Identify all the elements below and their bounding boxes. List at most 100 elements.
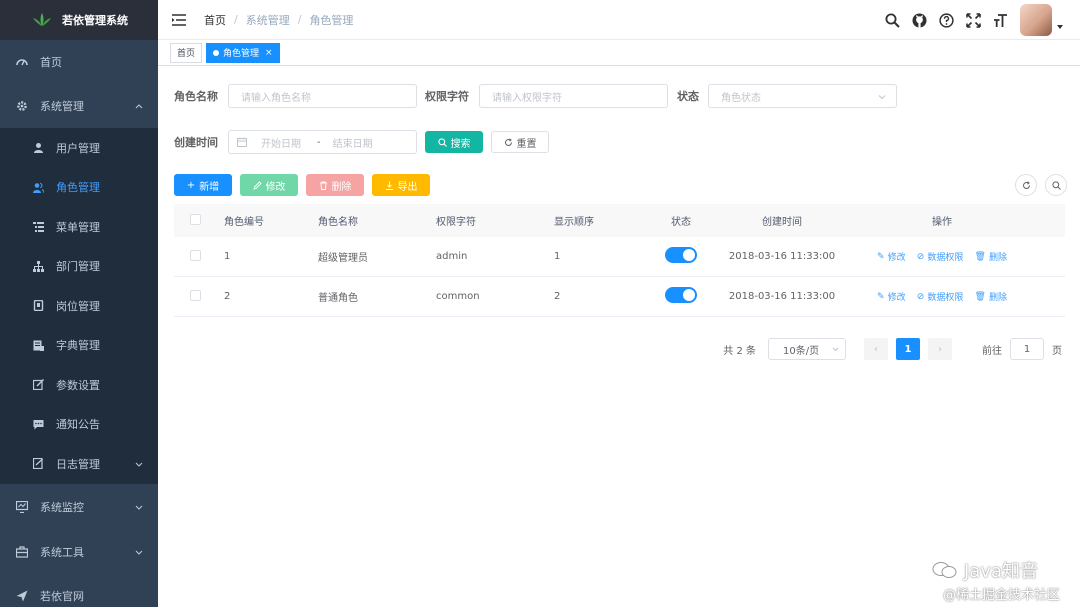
sidebar-logo[interactable]: 若依管理系统 [0,0,158,40]
tag-home[interactable]: 首页 [170,42,203,63]
goto-page-input[interactable]: 1 [1010,338,1044,360]
role-name-label: 角色名称 [174,90,218,103]
page-button-1[interactable]: 1 [896,338,920,360]
edit-icon: ✎ [877,291,885,302]
cell-ops: ✎ 修改 ⊘ 数据权限 🗑 删除 [852,290,1032,304]
sidebar-item-dict[interactable]: 字典管理 [0,326,158,366]
gear-icon [16,100,28,112]
reset-button[interactable]: 重置 [491,131,549,153]
breadcrumb-home[interactable]: 首页 [204,12,226,28]
sidebar-item-label: 日志管理 [56,457,100,471]
chevron-down-icon [832,347,839,352]
trash-icon: 🗑 [974,291,986,302]
role-name-input[interactable]: 请输入角色名称 [228,84,417,108]
sidebar-item-dept[interactable]: 部门管理 [0,247,158,287]
close-icon[interactable]: × [265,48,273,58]
row-delete-link[interactable]: 🗑 删除 [975,250,1007,264]
cell-role-key: admin [436,251,468,262]
search-icon [437,137,447,147]
guide-icon [16,590,28,602]
sidebar-item-dashboard[interactable]: 首页 [0,40,158,84]
status-switch[interactable] [665,247,697,263]
question-icon[interactable] [938,12,954,28]
row-data-scope-link[interactable]: ⊘ 数据权限 [917,250,964,264]
github-icon[interactable] [911,12,927,28]
navbar: 首页 / 系统管理 / 角色管理 [158,0,1080,40]
tag-role[interactable]: 角色管理 × [206,42,280,63]
row-edit-label: 修改 [887,293,906,303]
sidebar-item-user[interactable]: 用户管理 [0,128,158,168]
breadcrumb: 首页 / 系统管理 / 角色管理 [204,12,353,28]
sidebar-item-label: 用户管理 [56,141,100,155]
status-select[interactable]: 角色状态 [708,84,897,108]
start-date-placeholder[interactable]: 开始日期 [261,135,301,150]
role-key-input[interactable]: 请输入权限字符 [479,84,668,108]
sidebar-item-label: 首页 [40,56,62,69]
add-button[interactable]: + 新增 [174,174,232,196]
sidebar-item-tool[interactable]: 系统工具 [0,530,158,574]
search-button-label: 搜索 [450,138,471,150]
next-page-button[interactable]: › [928,338,952,360]
row-checkbox[interactable] [190,249,201,261]
sidebar-item-config[interactable]: 参数设置 [0,365,158,405]
row-delete-label: 删除 [988,253,1007,263]
sidebar-item-log[interactable]: 日志管理 [0,444,158,484]
row-checkbox[interactable] [190,289,201,301]
edit-button[interactable]: 修改 [240,174,298,196]
wechat-icon [932,562,957,578]
sidebar-item-label: 字典管理 [56,339,100,353]
sidebar-item-label: 若依官网 [40,589,84,603]
sidebar-item-label: 参数设置 [56,378,100,392]
toggle-search-button[interactable] [1045,174,1067,196]
sidebar-item-label: 菜单管理 [56,220,100,234]
sidebar-item-monitor[interactable]: 系统监控 [0,484,158,530]
sidebar-item-label: 通知公告 [56,418,100,432]
row-delete-link[interactable]: 🗑 删除 [974,290,1007,304]
search-icon [1051,180,1061,190]
edit-icon: ✎ [877,251,885,262]
sidebar-item-system[interactable]: 系统管理 [0,84,158,128]
export-button[interactable]: 导出 [372,174,430,196]
page-size-select[interactable]: 10条/页 [768,338,846,360]
sidebar-item-post[interactable]: 岗位管理 [0,286,158,326]
refresh-table-button[interactable] [1015,174,1037,196]
breadcrumb-system: 系统管理 [245,13,290,27]
size-icon[interactable] [992,12,1008,28]
delete-button-label: 删除 [331,181,352,193]
status-switch[interactable] [665,287,697,303]
end-date-placeholder[interactable]: 结束日期 [333,135,373,150]
sidebar-item-notice[interactable]: 通知公告 [0,405,158,445]
sidebar-item-guide[interactable]: 若依官网 [0,574,158,607]
date-range-picker[interactable]: 开始日期 - 结束日期 [228,130,417,154]
breadcrumb-separator: / [234,13,238,26]
prev-page-button[interactable]: ‹ [864,338,888,360]
row-edit-link[interactable]: ✎ 修改 [877,290,906,304]
sidebar-item-menu[interactable]: 菜单管理 [0,207,158,247]
page-size-value: 10条/页 [783,345,820,357]
system-submenu: 用户管理 角色管理 菜单管理 部门管理 岗位管理 字典管理 参数设置 通知公告 [0,128,158,484]
avatar[interactable] [1020,4,1052,36]
sidebar-item-label: 角色管理 [56,181,100,195]
refresh-icon [504,137,512,146]
main-content: 角色名称 请输入角色名称 权限字符 请输入权限字符 状态 角色状态 创建时间 开… [158,66,1080,607]
check-circle-icon: ⊘ [916,291,925,302]
reset-button-label: 重置 [516,138,537,150]
row-data-scope-link[interactable]: ⊘ 数据权限 [916,290,964,304]
caret-down-icon[interactable] [1056,23,1064,31]
sidebar-item-label: 系统工具 [40,545,84,559]
select-all-checkbox[interactable] [190,213,201,225]
sidebar-item-role[interactable]: 角色管理 [0,168,158,208]
pagination-total: 共 2 条 [723,345,756,357]
search-icon[interactable] [884,12,900,28]
search-button[interactable]: 搜索 [425,131,483,153]
tag-label: 首页 [177,49,196,59]
fullscreen-icon[interactable] [965,12,981,28]
pagination: 共 2 条 10条/页 ‹ 1 › 前往 1 页 [723,338,1062,360]
hamburger-icon[interactable] [172,13,186,26]
row-edit-link[interactable]: ✎ 修改 [877,250,906,264]
select-all-cell [174,213,224,228]
cell-role-key: common [436,291,480,302]
delete-button[interactable]: 删除 [306,174,364,196]
message-icon [32,418,44,430]
tag-label: 角色管理 [223,49,260,59]
